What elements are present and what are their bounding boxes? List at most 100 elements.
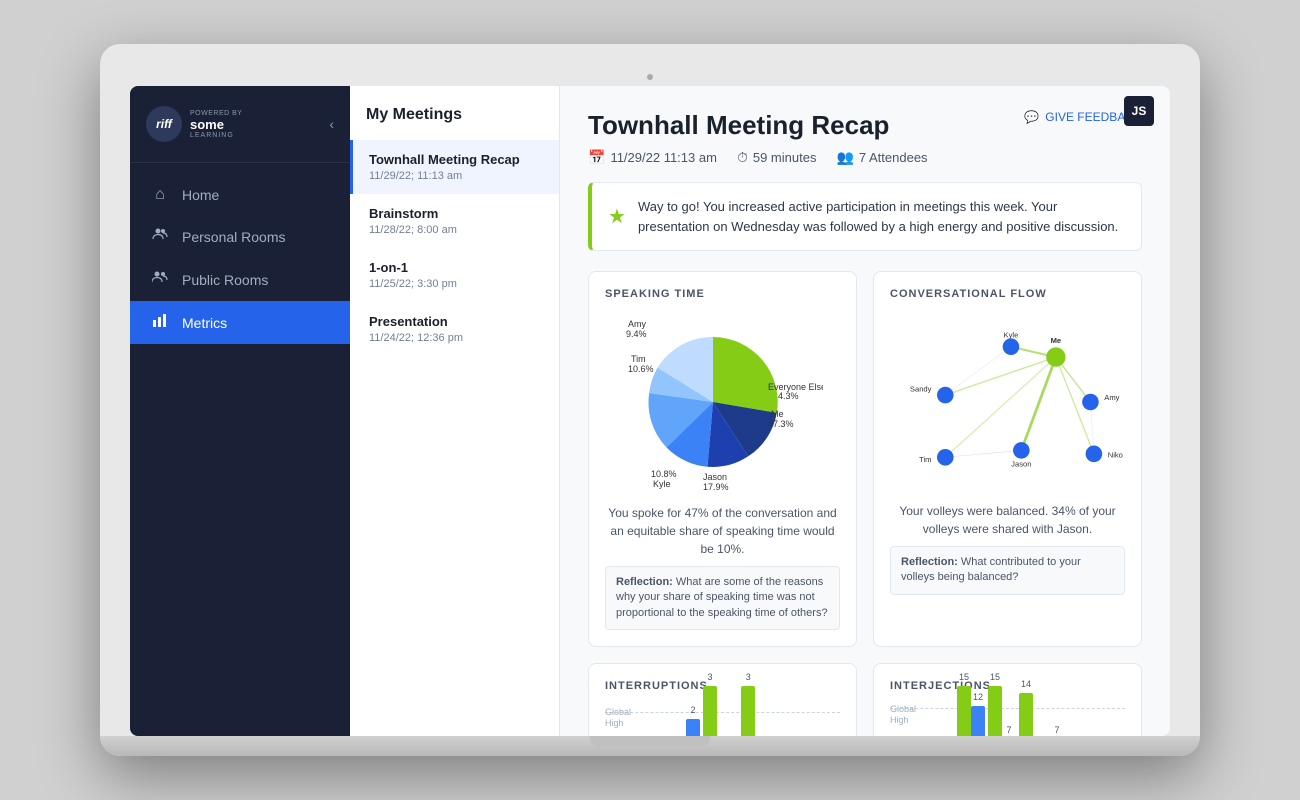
meeting-name-1: Brainstorm [369,206,543,221]
svg-text:Tim: Tim [631,354,646,364]
interjections-jason-col: 12 15 Jason [971,686,1002,736]
sidebar-nav: ⌂ Home Personal Rooms [130,163,350,736]
svg-text:Kyle: Kyle [1004,331,1019,340]
svg-text:Kyle: Kyle [653,479,671,489]
clock-icon: ⏱ [737,149,748,166]
meeting-date-0: 11/29/22; 11:13 am [369,170,543,182]
main-header: Townhall Meeting Recap 💬 GIVE FEEDBACK [588,110,1142,141]
speaking-time-title: SPEAKING TIME [605,288,840,300]
interruptions-kyle-green-bar: 3 [741,686,755,736]
network-chart-container: Me Kyle Sandy Amy Tim Jason Niko [890,312,1125,492]
interjections-kyle-green-bar: 14 [1019,693,1033,736]
meeting-item-0[interactable]: Townhall Meeting Recap 11/29/22; 11:13 a… [350,140,559,194]
meeting-title: Townhall Meeting Recap [588,110,889,141]
meetings-panel: My Meetings Townhall Meeting Recap 11/29… [350,86,560,736]
sidebar-item-home-label: Home [182,187,219,203]
feedback-banner-text: Way to go! You increased active particip… [638,197,1125,236]
svg-text:Amy: Amy [1104,393,1119,402]
interruptions-global-high-label: GlobalHigh [605,707,631,729]
svg-text:Me: Me [1051,336,1062,345]
interjections-amy-green-bar: 15 [957,686,971,736]
svg-text:17.9%: 17.9% [703,482,729,492]
svg-text:4.3%: 4.3% [778,391,799,401]
sidebar-item-personal-rooms-label: Personal Rooms [182,229,286,245]
speaking-time-reflection: Reflection: What are some of the reasons… [605,566,840,630]
metrics-icon [150,312,170,333]
meeting-date-2: 11/25/22; 3:30 pm [369,278,543,290]
interruptions-kyle-col: 1 3 Kyle [724,686,755,736]
meta-attendees: 👥 7 Attendees [836,149,927,166]
pie-chart-container: Everyone Else 4.3% Me 47.3% Amy 9.4% Tim… [605,312,840,492]
svg-text:10.6%: 10.6% [628,364,654,374]
meeting-item-2[interactable]: 1-on-1 11/25/22; 3:30 pm [350,248,559,302]
cards-grid: SPEAKING TIME [588,271,1142,736]
logo-sub-text: LEARNING [190,132,242,139]
interruptions-card: INTERRUPTIONS GlobalHigh GlobalAverage [588,663,857,736]
global-high-line [605,712,840,713]
interjections-amy-col: 3 15 Amy [940,686,971,736]
speaking-time-description: You spoke for 47% of the conversation an… [605,504,840,558]
meeting-date-1: 11/28/22; 8:00 am [369,224,543,236]
logo-name-text: some [190,117,242,132]
feedback-icon: 💬 [1024,110,1039,124]
svg-text:Tim: Tim [919,455,931,464]
interruptions-jason-col: 2 3 Jason [686,686,717,736]
interruptions-title: INTERRUPTIONS [605,680,840,692]
interruptions-jason-green-bar: 3 [703,686,717,736]
meetings-panel-title: My Meetings [350,106,559,140]
meeting-date-3: 11/24/22; 12:36 pm [369,332,543,344]
sidebar-item-metrics-label: Metrics [182,315,227,331]
speaking-time-card: SPEAKING TIME [588,271,857,647]
conversational-flow-card: CONVERSATIONAL FLOW [873,271,1142,647]
interjections-title: INTERJECTIONS [890,680,1125,692]
svg-text:Niko: Niko [1108,450,1123,459]
sidebar-item-public-rooms-label: Public Rooms [182,272,268,288]
meeting-name-2: 1-on-1 [369,260,543,275]
svg-text:Me: Me [771,409,784,419]
conversational-flow-reflection: Reflection: What contributed to your vol… [890,546,1125,595]
home-icon: ⌂ [150,186,170,204]
svg-text:Jason: Jason [703,472,727,482]
public-rooms-icon [150,269,170,290]
interjections-jason-blue-bar: 12 [971,706,985,736]
sidebar-collapse-button[interactable]: ‹ [329,116,334,132]
svg-text:9.4%: 9.4% [626,329,647,339]
meeting-meta: 📅 11/29/22 11:13 am ⏱ 59 minutes 👥 7 Att… [588,149,1142,166]
meeting-item-3[interactable]: Presentation 11/24/22; 12:36 pm [350,302,559,356]
meta-date: 📅 11/29/22 11:13 am [588,149,717,166]
sidebar: riff Powered by some LEARNING ‹ ⌂ Home [130,86,350,736]
svg-text:Sandy: Sandy [910,385,932,394]
interjections-kyle-col: 7 14 Kyle [1002,693,1033,736]
user-avatar: JS [1124,96,1154,126]
sidebar-logo: riff Powered by some LEARNING ‹ [130,86,350,163]
people-icon: 👥 [836,149,853,166]
meeting-name-0: Townhall Meeting Recap [369,152,543,167]
conversational-flow-title: CONVERSATIONAL FLOW [890,288,1125,300]
svg-text:Amy: Amy [628,319,647,329]
meta-duration: ⏱ 59 minutes [737,149,817,166]
main-content: JS Townhall Meeting Recap 💬 GIVE FEEDBAC… [560,86,1170,736]
calendar-icon: 📅 [588,149,605,166]
star-icon: ★ [608,204,626,229]
interruptions-jason-blue-bar: 2 [686,719,700,736]
interjections-global-high-label: GlobalHigh [890,704,916,726]
sidebar-item-metrics[interactable]: Metrics [130,301,350,344]
sidebar-item-public-rooms[interactable]: Public Rooms [130,258,350,301]
conversational-flow-description: Your volleys were balanced. 34% of your … [890,502,1125,538]
logo-riff-badge: riff [146,106,182,142]
personal-rooms-icon [150,226,170,247]
svg-text:Jason: Jason [1011,459,1031,468]
svg-text:10.8%: 10.8% [651,469,677,479]
pie-chart: Everyone Else 4.3% Me 47.3% Amy 9.4% Tim… [623,312,823,492]
logo-powered-text: Powered by [190,110,242,117]
sidebar-item-personal-rooms[interactable]: Personal Rooms [130,215,350,258]
interjections-global-high-line [890,708,1125,709]
network-chart: Me Kyle Sandy Amy Tim Jason Niko [890,312,1125,492]
sidebar-item-home[interactable]: ⌂ Home [130,175,350,215]
interjections-card: INTERJECTIONS GlobalHigh GlobalAverage 3 [873,663,1142,736]
meeting-item-1[interactable]: Brainstorm 11/28/22; 8:00 am [350,194,559,248]
interjections-jason-green-bar: 15 [988,686,1002,736]
feedback-banner: ★ Way to go! You increased active partic… [588,182,1142,251]
meeting-name-3: Presentation [369,314,543,329]
svg-text:47.3%: 47.3% [768,419,794,429]
